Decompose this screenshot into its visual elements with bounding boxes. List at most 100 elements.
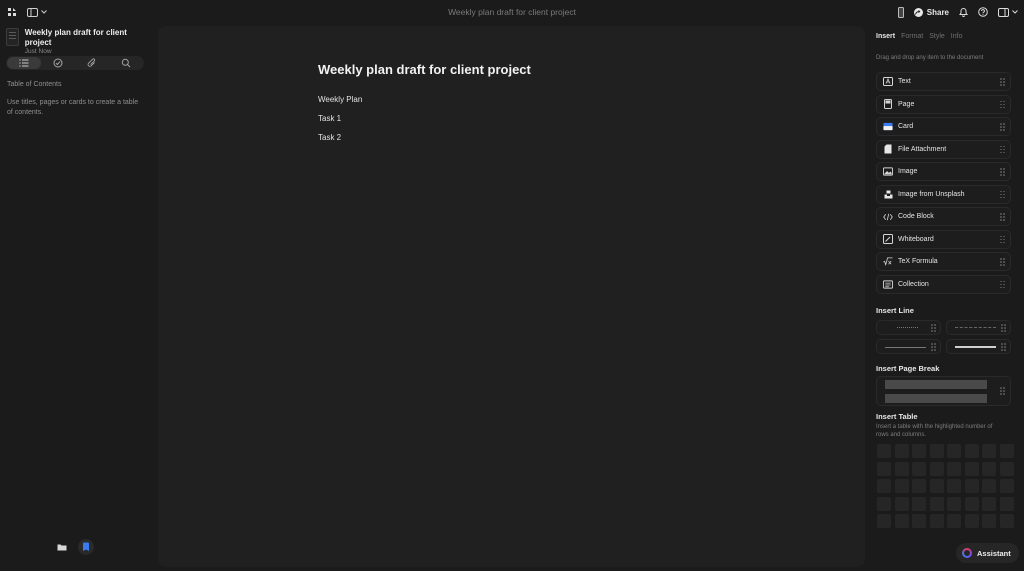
insert-item-image-from-unsplash[interactable]: Image from Unsplash	[876, 184, 1011, 204]
insert-table-subtitle: Insert a table with the highlighted numb…	[876, 424, 993, 438]
table-grid-cell[interactable]	[894, 444, 909, 458]
assistant-button[interactable]: Assistant	[956, 543, 1019, 563]
table-grid-cell[interactable]	[947, 479, 961, 493]
line-option-dashed[interactable]	[946, 320, 1011, 335]
table-grid-cell[interactable]	[999, 461, 1014, 476]
table-grid-cell[interactable]	[912, 479, 926, 493]
table-grid-cell[interactable]	[912, 461, 926, 476]
drag-handle-icon[interactable]	[1000, 258, 1005, 266]
table-grid-cell[interactable]	[894, 461, 909, 476]
line-option-thin[interactable]	[876, 339, 941, 354]
table-grid-cell[interactable]	[964, 444, 979, 458]
table-size-grid[interactable]	[877, 444, 1014, 528]
tab-info[interactable]: Info	[951, 33, 963, 40]
insert-item-label: Image from Unsplash	[898, 190, 965, 198]
table-grid-cell[interactable]	[947, 444, 961, 458]
table-grid-cell[interactable]	[947, 514, 961, 528]
table-grid-cell[interactable]	[982, 514, 996, 528]
drag-handle-icon[interactable]	[1000, 235, 1005, 244]
drag-handle-icon[interactable]	[1000, 280, 1005, 289]
tab-table-of-contents[interactable]	[7, 57, 41, 69]
table-grid-cell[interactable]	[912, 496, 926, 511]
tab-attachments[interactable]	[75, 57, 109, 69]
table-grid-cell[interactable]	[982, 444, 996, 458]
insert-item-image[interactable]: Image	[876, 162, 1011, 181]
document-header[interactable]: Weekly plan draft for client project Jus…	[6, 28, 152, 56]
insert-item-whiteboard[interactable]: Whiteboard	[876, 229, 1011, 249]
line-option-thick[interactable]	[946, 339, 1011, 354]
tab-tasks[interactable]	[41, 57, 75, 69]
table-grid-cell[interactable]	[964, 479, 979, 493]
drag-handle-icon[interactable]	[1000, 213, 1005, 221]
table-grid-cell[interactable]	[947, 496, 961, 511]
table-grid-cell[interactable]	[929, 514, 944, 528]
table-grid-cell[interactable]	[999, 444, 1014, 458]
paragraph-line[interactable]: Task 2	[318, 133, 341, 142]
drag-handle-icon[interactable]	[1000, 145, 1005, 154]
table-grid-cell[interactable]	[982, 461, 996, 476]
drag-handle-icon[interactable]	[1000, 100, 1005, 109]
paragraph-line[interactable]: Task 1	[318, 114, 341, 123]
drag-handle-icon[interactable]	[1000, 190, 1005, 199]
panel-toggle-button[interactable]	[998, 7, 1018, 17]
drag-handle-icon[interactable]	[1000, 168, 1005, 176]
table-grid-cell[interactable]	[999, 514, 1014, 528]
line-option-dots[interactable]	[876, 320, 941, 335]
page-title[interactable]: Weekly plan draft for client project	[318, 62, 531, 77]
bell-icon[interactable]	[959, 7, 968, 17]
inspector-panel: Insert Format Style Info Drag and drop a…	[870, 24, 1024, 571]
page-break-option[interactable]	[876, 376, 1011, 406]
table-grid-cell[interactable]	[947, 461, 961, 476]
device-preview-icon[interactable]	[897, 6, 904, 18]
table-grid-cell[interactable]	[877, 461, 891, 476]
table-grid-cell[interactable]	[877, 496, 891, 511]
table-grid-cell[interactable]	[877, 479, 891, 493]
table-grid-cell[interactable]	[964, 496, 979, 511]
tab-search[interactable]	[109, 57, 143, 69]
tab-insert[interactable]: Insert	[876, 33, 895, 40]
table-grid-cell[interactable]	[999, 479, 1014, 493]
help-icon[interactable]	[978, 7, 988, 17]
insert-item-code-block[interactable]: Code Block	[876, 207, 1011, 226]
drag-handle-icon[interactable]	[931, 343, 936, 351]
insert-table-title: Insert Table	[876, 412, 918, 421]
table-grid-cell[interactable]	[877, 514, 891, 528]
folder-button[interactable]	[54, 539, 70, 555]
drag-handle-icon[interactable]	[931, 324, 936, 332]
insert-item-card[interactable]: Card	[876, 117, 1011, 136]
home-button[interactable]	[78, 539, 94, 555]
table-grid-cell[interactable]	[964, 514, 979, 528]
insert-item-tex-formula[interactable]: TeX Formula	[876, 252, 1011, 271]
insert-item-text[interactable]: Text	[876, 72, 1011, 91]
table-grid-cell[interactable]	[894, 514, 909, 528]
table-grid-cell[interactable]	[912, 514, 926, 528]
table-grid-cell[interactable]	[877, 444, 891, 458]
table-grid-cell[interactable]	[912, 444, 926, 458]
paperclip-icon	[87, 58, 96, 67]
table-grid-cell[interactable]	[999, 496, 1014, 511]
table-grid-cell[interactable]	[929, 444, 944, 458]
file-icon	[883, 144, 893, 154]
table-grid-cell[interactable]	[982, 496, 996, 511]
paragraph-line[interactable]: Weekly Plan	[318, 95, 362, 104]
table-grid-cell[interactable]	[894, 479, 909, 493]
table-grid-cell[interactable]	[929, 496, 944, 511]
drag-handle-icon[interactable]	[1000, 78, 1005, 86]
tab-style[interactable]: Style	[929, 33, 945, 40]
table-grid-cell[interactable]	[982, 479, 996, 493]
text-icon	[883, 77, 893, 87]
document-editor[interactable]: Weekly plan draft for client project Wee…	[158, 26, 865, 567]
drag-handle-icon[interactable]	[1001, 343, 1006, 351]
insert-item-collection[interactable]: Collection	[876, 274, 1011, 294]
drag-handle-icon[interactable]	[1001, 324, 1006, 332]
table-grid-cell[interactable]	[894, 496, 909, 511]
insert-item-file-attachment[interactable]: File Attachment	[876, 139, 1011, 159]
table-grid-cell[interactable]	[929, 461, 944, 476]
share-button[interactable]: Share	[913, 7, 949, 17]
drag-handle-icon[interactable]	[1000, 123, 1005, 131]
drag-handle-icon[interactable]	[1000, 387, 1005, 395]
table-grid-cell[interactable]	[964, 461, 979, 476]
tab-format[interactable]: Format	[901, 33, 923, 40]
insert-item-page[interactable]: Page	[876, 94, 1011, 114]
table-grid-cell[interactable]	[929, 479, 944, 493]
